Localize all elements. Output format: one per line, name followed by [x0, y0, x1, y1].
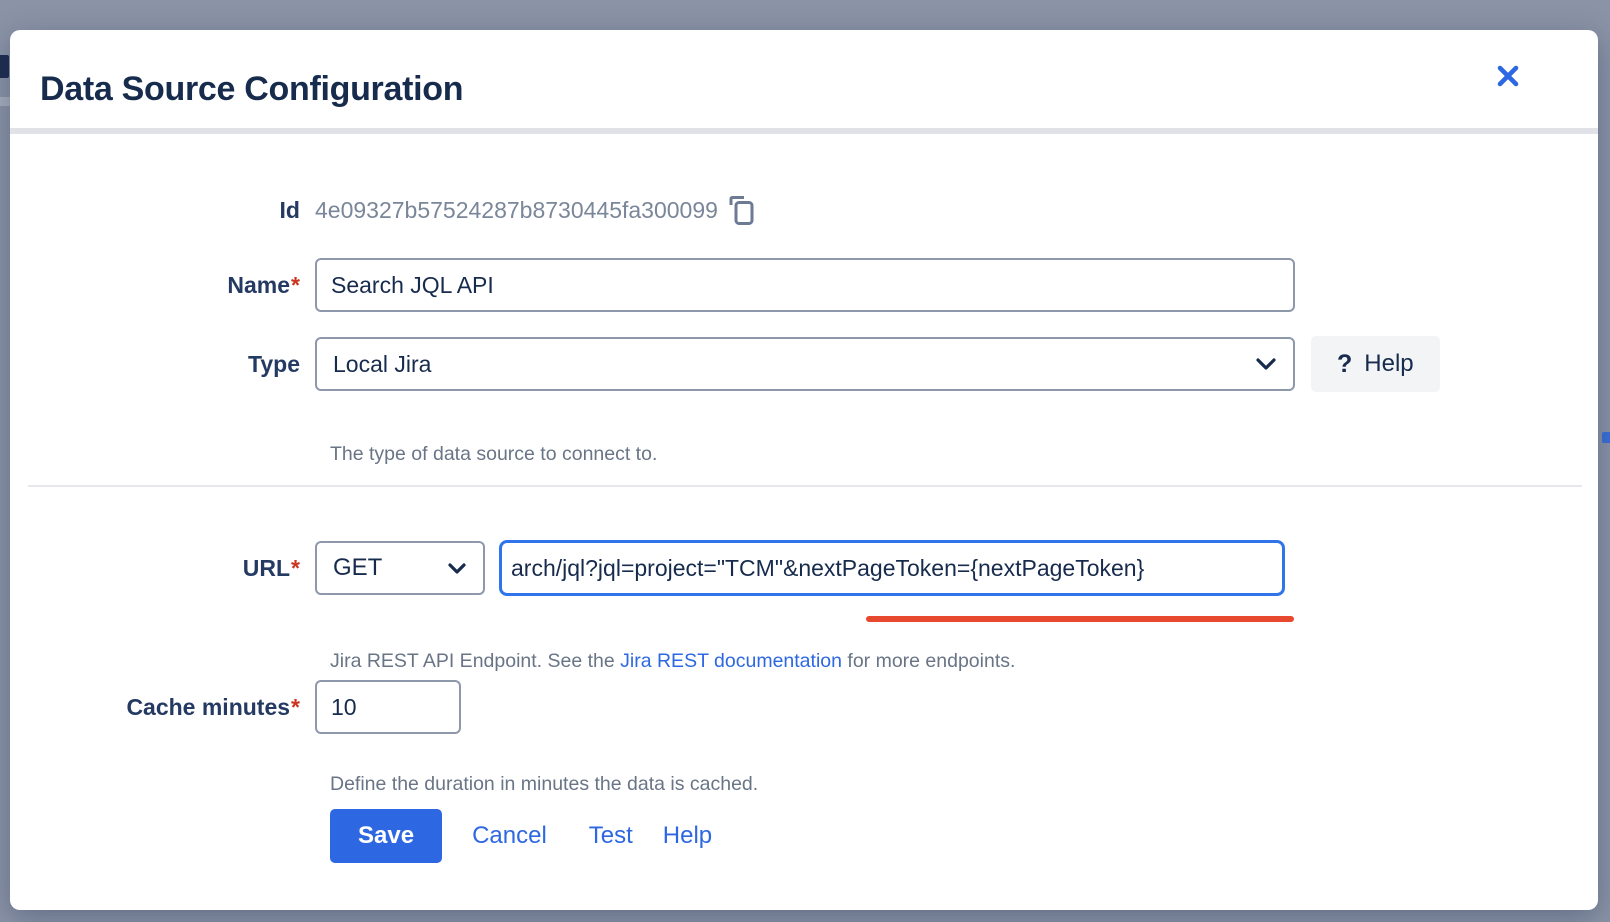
cache-minutes-input[interactable] [315, 680, 461, 734]
id-value: 4e09327b57524287b8730445fa300099 [315, 197, 718, 224]
copy-icon [728, 195, 755, 226]
url-helper-prefix: Jira REST API Endpoint. See the [330, 650, 620, 672]
url-helper-suffix: for more endpoints. [842, 650, 1015, 672]
required-asterisk: * [291, 272, 300, 298]
name-label: Name* [10, 272, 315, 299]
chevron-down-icon [447, 562, 467, 575]
jira-rest-documentation-link[interactable]: Jira REST documentation [620, 650, 842, 672]
type-label: Type [10, 351, 315, 378]
http-method-value: GET [333, 554, 382, 582]
save-button[interactable]: Save [330, 809, 442, 863]
required-asterisk: * [291, 694, 300, 720]
name-input[interactable] [315, 258, 1295, 312]
type-select-value: Local Jira [333, 351, 431, 378]
question-mark-icon: ? [1337, 350, 1352, 379]
type-row: Type Local Jira ? Help [10, 336, 1598, 392]
annotation-underline [866, 616, 1294, 622]
header-divider [10, 128, 1598, 134]
type-help-label: Help [1364, 350, 1413, 378]
dialog-title: Data Source Configuration [40, 70, 463, 109]
test-button[interactable]: Test [589, 822, 633, 850]
cache-minutes-label: Cache minutes* [10, 694, 315, 721]
cache-minutes-row: Cache minutes* [10, 680, 1598, 734]
chevron-down-icon [1255, 357, 1277, 371]
backdrop-artifact-left-band [0, 97, 10, 106]
id-label: Id [10, 197, 315, 224]
http-method-select[interactable]: GET [315, 541, 485, 595]
actions-row: Save Cancel Test Help [330, 808, 712, 864]
backdrop-artifact-left [0, 55, 9, 78]
help-button[interactable]: Help [663, 822, 712, 850]
required-asterisk: * [291, 555, 300, 581]
cancel-button[interactable]: Cancel [472, 822, 547, 850]
type-select[interactable]: Local Jira [315, 337, 1295, 391]
data-source-configuration-dialog: Data Source Configuration Id 4e09327b575… [10, 30, 1598, 910]
section-divider [28, 485, 1582, 487]
cache-helper-text: Define the duration in minutes the data … [330, 773, 758, 796]
url-helper-text: Jira REST API Endpoint. See the Jira RES… [330, 650, 1015, 673]
url-input[interactable] [499, 540, 1285, 596]
close-icon [1494, 62, 1522, 90]
url-row: URL* GET [10, 540, 1598, 596]
type-help-button[interactable]: ? Help [1311, 336, 1440, 392]
id-row: Id 4e09327b57524287b8730445fa300099 [10, 195, 1598, 225]
type-helper-text: The type of data source to connect to. [330, 443, 657, 466]
close-button[interactable] [1486, 54, 1530, 98]
name-row: Name* [10, 258, 1598, 312]
url-label: URL* [10, 555, 315, 582]
backdrop-artifact-right [1602, 432, 1610, 443]
copy-id-button[interactable] [728, 195, 755, 226]
